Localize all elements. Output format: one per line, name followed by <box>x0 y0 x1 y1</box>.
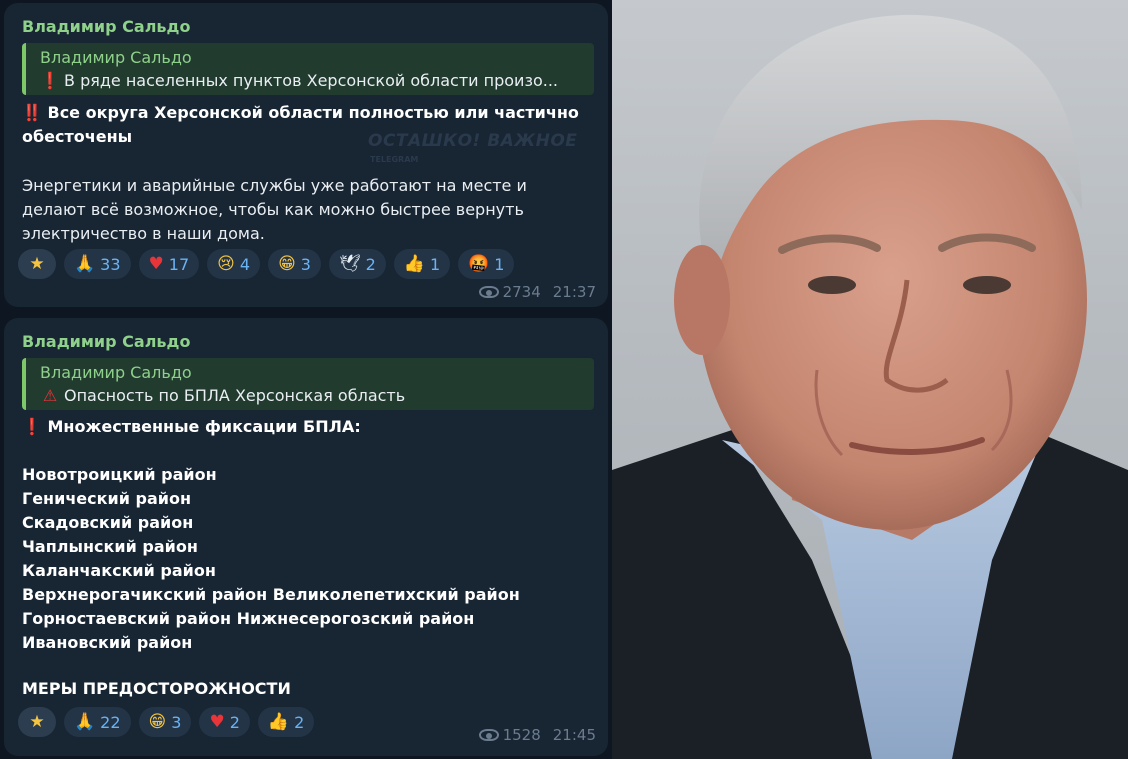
thumbs-up-icon: 👍 <box>267 711 290 732</box>
reaction-count: 4 <box>239 254 251 274</box>
list-item: Генический район <box>22 489 191 508</box>
list-item: Верхнерогачикский район Великолепетихски… <box>22 585 520 604</box>
cry-icon: 😢 <box>217 253 235 274</box>
precautions-text: МЕРЫ ПРЕДОСТОРОЖНОСТИ <box>22 679 291 698</box>
portrait-photo <box>612 0 1128 759</box>
reaction-rage[interactable]: 🤬 1 <box>458 249 515 279</box>
reaction-grin[interactable]: 😁 3 <box>138 707 192 737</box>
eye-icon <box>478 286 499 298</box>
star-icon: ★ <box>29 711 45 732</box>
heart-icon: ♥ <box>209 711 225 732</box>
message-meta: 2734 21:37 <box>478 283 596 301</box>
list-item: Горностаевский район Нижнесерогозский ра… <box>22 609 475 628</box>
message-time: 21:37 <box>552 283 596 301</box>
district-list: Новотроицкий район Генический район Скад… <box>22 463 602 655</box>
quote-author: Владимир Сальдо <box>40 363 192 382</box>
list-item: Скадовский район <box>22 513 194 532</box>
reaction-heart[interactable]: ♥ 2 <box>199 707 250 737</box>
reaction-count: 3 <box>300 254 311 274</box>
list-item: Чаплынский район <box>22 537 198 556</box>
reply-quote[interactable]: Владимир Сальдо ⚠ Опасность по БПЛА Херсо… <box>22 358 594 410</box>
heart-icon: ♥ <box>148 253 164 274</box>
message-body: Энергетики и аварийные службы уже работа… <box>22 176 527 243</box>
reaction-pray[interactable]: 🙏 33 <box>64 249 131 279</box>
reaction-count: 3 <box>171 712 182 732</box>
star-icon: ★ <box>29 253 45 274</box>
watermark: ОСТАШКО! ВАЖНОЕ <box>368 131 578 151</box>
reaction-count: 1 <box>494 254 505 274</box>
reaction-thumbs-up[interactable]: 👍 2 <box>257 707 315 737</box>
double-exclamation-icon: ‼️ <box>22 103 42 122</box>
portrait-illustration <box>612 14 1128 759</box>
views-count: 2734 <box>478 283 541 301</box>
reaction-count: 2 <box>229 712 240 732</box>
thumbs-up-icon: 👍 <box>403 253 425 274</box>
quote-text: ❗ В ряде населенных пунктов Херсонской об… <box>40 71 558 90</box>
reaction-count: 2 <box>294 712 305 732</box>
red-exclamation-icon: ❗ <box>22 417 42 436</box>
quote-author: Владимир Сальдо <box>40 48 192 67</box>
message-time: 21:45 <box>552 726 596 744</box>
message-meta: 1528 21:45 <box>478 726 596 744</box>
grin-icon: 😁 <box>278 253 296 274</box>
reaction-star[interactable]: ★ <box>18 249 56 279</box>
message-bubble[interactable]: Владимир Сальдо Владимир Сальдо ❗ В ряде … <box>4 3 608 307</box>
rage-icon: 🤬 <box>468 253 490 274</box>
eye-icon <box>478 729 499 741</box>
reaction-cry[interactable]: 😢 4 <box>207 249 261 279</box>
chat-feed: Владимир Сальдо Владимир Сальдо ❗ В ряде … <box>0 0 612 759</box>
message-author[interactable]: Владимир Сальдо <box>22 332 190 351</box>
reaction-count: 22 <box>100 712 121 732</box>
reaction-star[interactable]: ★ <box>18 707 56 737</box>
watermark-sub: TELEGRAM <box>370 155 419 164</box>
message-bubble[interactable]: Владимир Сальдо Владимир Сальдо ⚠ Опаснос… <box>4 318 608 756</box>
message-author[interactable]: Владимир Сальдо <box>22 17 190 36</box>
reaction-count: 1 <box>429 254 441 274</box>
reaction-thumbs-up[interactable]: 👍 1 <box>393 249 451 279</box>
reaction-dove[interactable]: 🕊 2 <box>328 249 386 279</box>
reactions-bar: ★ 🙏 22 😁 3 ♥ 2 👍 2 <box>18 707 315 737</box>
reaction-heart[interactable]: ♥ 17 <box>138 249 200 279</box>
reaction-pray[interactable]: 🙏 22 <box>64 707 131 737</box>
views-count: 1528 <box>478 726 541 744</box>
reaction-count: 17 <box>168 254 190 274</box>
list-item: Новотроицкий район <box>22 465 217 484</box>
reaction-grin[interactable]: 😁 3 <box>268 249 321 279</box>
reply-quote[interactable]: Владимир Сальдо ❗ В ряде населенных пункт… <box>22 43 594 95</box>
reaction-count: 33 <box>100 254 121 274</box>
warning-triangle-icon: ⚠ <box>42 386 58 405</box>
grin-icon: 😁 <box>148 711 167 732</box>
pray-icon: 🙏 <box>74 253 96 274</box>
message-headline: ❗ Множественные фиксации БПЛА: <box>22 417 361 436</box>
list-item: Ивановский район <box>22 633 193 652</box>
dove-icon: 🕊 <box>338 253 361 274</box>
quote-text: ⚠ Опасность по БПЛА Херсонская область <box>40 386 590 405</box>
pray-icon: 🙏 <box>74 711 96 732</box>
reaction-count: 2 <box>365 254 376 274</box>
list-item: Каланчакский район <box>22 561 216 580</box>
reactions-bar: ★ 🙏 33 ♥ 17 😢 4 😁 3 🕊 2 👍 1 🤬 1 <box>18 249 515 279</box>
red-exclamation-icon: ❗ <box>40 71 60 90</box>
